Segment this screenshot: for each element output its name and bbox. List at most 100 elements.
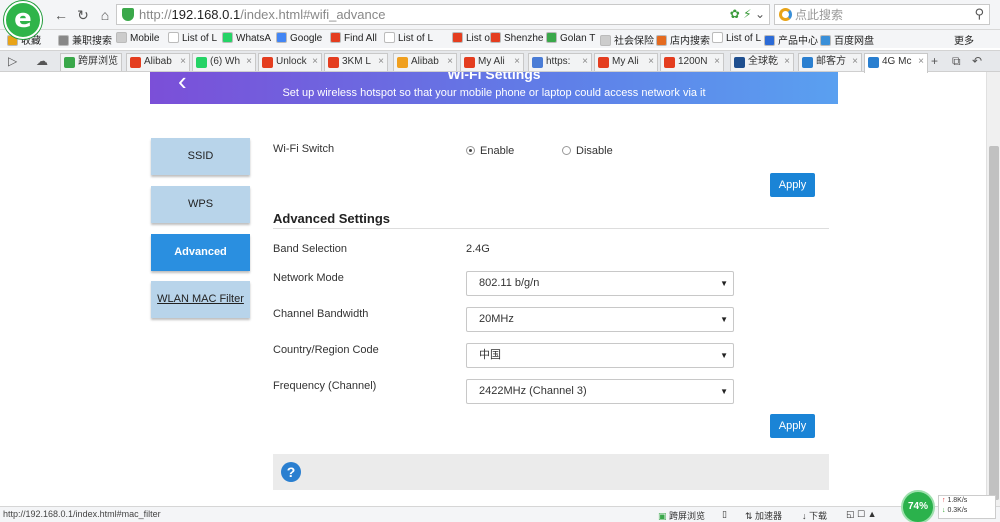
close-tab-icon[interactable]: × (180, 54, 186, 70)
sidebar-item-ssid[interactable]: SSID (151, 138, 250, 175)
browser-tab[interactable]: 3KM L × (324, 53, 388, 71)
url-field[interactable]: http://192.168.0.1/index.html#wifi_advan… (116, 4, 770, 25)
bookmark-item[interactable]: Golan T (546, 32, 595, 44)
bookmark-favicon-icon (546, 32, 557, 43)
close-tab-icon[interactable]: × (514, 54, 520, 70)
vertical-scrollbar[interactable] (986, 72, 1000, 506)
browser-tab[interactable]: 邮客方 × (798, 53, 862, 71)
search-icon[interactable]: ⚲ (974, 6, 984, 22)
browser-logo[interactable]: e (4, 1, 42, 39)
browser-tab[interactable]: 1200N × (660, 53, 724, 71)
sidebar-item-advanced-settings[interactable]: Advanced Settings (151, 234, 250, 295)
network-mode-label: Network Mode (273, 272, 344, 284)
tab-favicon-icon (868, 57, 879, 68)
refresh-icon[interactable]: ↻ (74, 6, 92, 24)
bookmark-favicon-icon (330, 32, 341, 43)
browser-tab[interactable]: https: × (528, 53, 592, 71)
country-region-select[interactable]: 中国 ▼ (466, 343, 734, 368)
bookmark-item[interactable]: List of L (384, 32, 433, 44)
close-tab-icon[interactable]: × (714, 54, 720, 70)
close-tab-icon[interactable]: × (784, 54, 790, 70)
frequency-channel-select[interactable]: 2422MHz (Channel 3) ▼ (466, 379, 734, 404)
network-speed-widget: ↑ 1.8K/s ↓ 0.3K/s (938, 495, 996, 519)
bookmark-favicon-icon (168, 32, 179, 43)
bookmark-favicon-icon (600, 35, 611, 46)
close-tab-icon[interactable]: × (378, 54, 384, 70)
cloud-icon[interactable]: ☁ (36, 54, 48, 68)
browser-tab[interactable]: My Ali × (460, 53, 524, 71)
bookmark-item[interactable]: Mobile (116, 32, 159, 44)
browser-tab[interactable]: 全球乾 × (730, 53, 794, 71)
sidebar-toggle-icon[interactable]: ▷ (8, 54, 17, 68)
url-text: http://192.168.0.1/index.html#wifi_advan… (139, 7, 386, 22)
close-tab-icon[interactable]: × (918, 54, 924, 70)
browser-tab[interactable]: 4G Mc × (864, 53, 928, 73)
bookmark-item[interactable]: 产品中心 (764, 32, 818, 47)
close-tab-icon[interactable]: × (648, 54, 654, 70)
phone-icon[interactable]: ▯ (722, 509, 727, 520)
tab-favicon-icon (532, 57, 543, 68)
url-action-icons[interactable]: ✿ ⚡ ⌄ (730, 7, 765, 21)
bookmark-item[interactable]: 店内搜索 (656, 32, 710, 47)
band-selection-label: Band Selection (273, 243, 347, 255)
accelerator-button[interactable]: ⇅ 加速器 (745, 509, 782, 522)
home-icon[interactable]: ⌂ (96, 6, 114, 24)
bookmark-item[interactable]: 更多 (954, 32, 974, 47)
download-button[interactable]: ↓ 下载 (802, 509, 827, 522)
close-tab-icon[interactable]: × (582, 54, 588, 70)
search-box[interactable]: ⚲ (774, 4, 990, 25)
network-mode-select[interactable]: 802.11 b/g/n ▼ (466, 271, 734, 296)
tab-favicon-icon (802, 57, 813, 68)
sidebar-item-wlan-mac-filter[interactable]: WLAN MAC Filter (151, 281, 250, 318)
channel-bandwidth-select[interactable]: 20MHz ▼ (466, 307, 734, 332)
bookmark-item[interactable]: Shenzhe (490, 32, 543, 44)
wifi-enable-radio[interactable]: Enable (466, 145, 514, 157)
bookmark-item[interactable]: Find All (330, 32, 377, 44)
country-region-label: Country/Region Code (273, 344, 379, 356)
bookmark-item[interactable]: 百度网盘 (820, 32, 874, 47)
tab-favicon-icon (328, 57, 339, 68)
bookmark-favicon-icon (656, 35, 667, 46)
close-tab-icon[interactable]: × (312, 54, 318, 70)
advanced-settings-heading: Advanced Settings (273, 211, 391, 226)
dropdown-arrow-icon: ▼ (720, 279, 728, 288)
close-tab-icon[interactable]: × (852, 54, 858, 70)
page-subtitle: Set up wireless hotspot so that your mob… (282, 87, 706, 99)
speed-ball-icon[interactable]: 74% (901, 490, 935, 522)
bookmark-item[interactable]: List of L (712, 32, 761, 44)
tab-favicon-icon (130, 57, 141, 68)
new-tab-icon[interactable]: + (931, 54, 938, 68)
browser-tab[interactable]: 跨屏浏览 (60, 53, 122, 71)
browser-tab[interactable]: Unlock × (258, 53, 322, 71)
scrollbar-thumb[interactable] (989, 146, 999, 500)
cross-screen-button[interactable]: ▣ 跨屏浏览 (658, 509, 705, 522)
restore-tabs-icon[interactable]: ⧉ (952, 54, 961, 69)
back-icon[interactable]: ← (52, 6, 70, 24)
bookmark-favicon-icon (820, 35, 831, 46)
bookmark-item[interactable]: WhatsA (222, 32, 271, 44)
channel-bandwidth-label: Channel Bandwidth (273, 308, 369, 320)
bookmark-item[interactable]: List of L (168, 32, 217, 44)
browser-tab[interactable]: Alibab × (126, 53, 190, 71)
bookmark-item[interactable]: Google (276, 32, 322, 44)
section-divider (273, 228, 829, 229)
search-input[interactable] (795, 6, 965, 23)
status-icons[interactable]: ◱ ☐ ▲ (846, 509, 876, 520)
close-tab-icon[interactable]: × (447, 54, 453, 70)
advanced-apply-button[interactable]: Apply (770, 414, 815, 438)
close-tab-icon[interactable]: × (246, 54, 252, 70)
bookmark-favicon-icon (58, 35, 69, 46)
wifi-switch-apply-button[interactable]: Apply (770, 173, 815, 197)
sidebar-item-wps[interactable]: WPS (151, 186, 250, 223)
undo-close-icon[interactable]: ↶ (972, 54, 982, 68)
status-url: http://192.168.0.1/index.html#mac_filter (3, 509, 161, 519)
wifi-disable-radio[interactable]: Disable (562, 145, 613, 157)
bookmark-item[interactable]: 兼职搜索 (58, 32, 112, 47)
help-icon[interactable]: ? (281, 462, 301, 482)
status-bar: http://192.168.0.1/index.html#mac_filter… (0, 506, 1000, 522)
bookmark-item[interactable]: 社会保险 (600, 32, 654, 47)
browser-tab[interactable]: (6) Wh × (192, 53, 256, 71)
radio-checked-icon (466, 146, 475, 155)
browser-tab[interactable]: Alibab × (393, 53, 457, 71)
browser-tab[interactable]: My Ali × (594, 53, 658, 71)
